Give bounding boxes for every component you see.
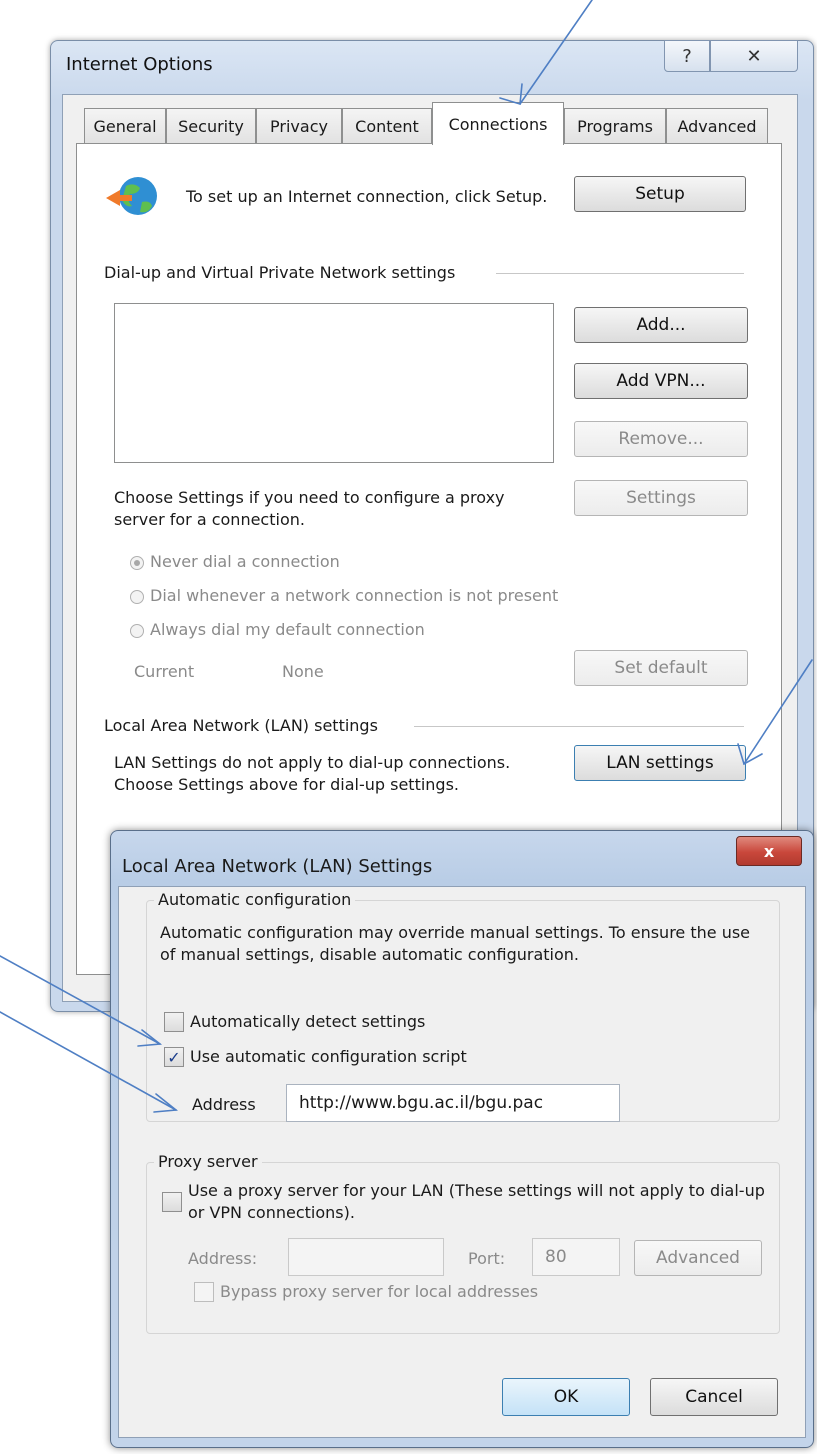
current-value: None	[282, 662, 324, 681]
radio-never-dial[interactable]	[130, 556, 144, 570]
radio-dial-whenever[interactable]	[130, 590, 144, 604]
advanced-button[interactable]: Advanced	[634, 1240, 762, 1276]
setup-description: To set up an Internet connection, click …	[186, 187, 548, 206]
close-icon: ✕	[746, 45, 762, 67]
use-script-label: Use automatic configuration script	[190, 1047, 467, 1066]
tab-privacy[interactable]: Privacy	[256, 108, 342, 143]
use-proxy-label: Use a proxy server for your LAN (These s…	[188, 1181, 765, 1222]
proxy-address-label: Address:	[188, 1249, 258, 1268]
set-default-button[interactable]: Set default	[574, 650, 748, 686]
tab-programs[interactable]: Programs	[564, 108, 666, 143]
add-button[interactable]: Add...	[574, 307, 748, 343]
remove-button[interactable]: Remove...	[574, 421, 748, 457]
address-label: Address	[192, 1095, 256, 1114]
close-icon: x	[763, 841, 775, 861]
checkmark-icon: ✓	[167, 1047, 181, 1067]
automatic-configuration-description: Automatic configuration may override man…	[160, 923, 751, 964]
proxy-settings-description: Choose Settings if you need to configure…	[114, 488, 505, 529]
setup-button[interactable]: Setup	[574, 176, 746, 212]
lan-description: LAN Settings do not apply to dial-up con…	[114, 753, 511, 794]
dialog-title: Local Area Network (LAN) Settings	[122, 856, 433, 877]
ok-button[interactable]: OK	[502, 1378, 630, 1416]
radio-never-dial-label: Never dial a connection	[150, 552, 340, 571]
dialup-group-label: Dial-up and Virtual Private Network sett…	[104, 263, 456, 282]
help-button[interactable]: ?	[664, 40, 710, 72]
bypass-local-checkbox[interactable]	[194, 1282, 214, 1302]
proxy-address-input[interactable]	[288, 1238, 444, 1276]
divider	[496, 273, 744, 274]
use-proxy-checkbox[interactable]	[162, 1192, 182, 1212]
globe-connection-icon	[104, 172, 164, 224]
radio-always-dial[interactable]	[130, 624, 144, 638]
lan-settings-button[interactable]: LAN settings	[574, 745, 746, 781]
port-label: Port:	[468, 1249, 506, 1268]
port-input[interactable]: 80	[532, 1238, 620, 1276]
dialog-close-button[interactable]: x	[736, 836, 802, 866]
auto-detect-checkbox[interactable]	[164, 1012, 184, 1032]
lan-group-label: Local Area Network (LAN) settings	[104, 716, 378, 735]
close-button[interactable]: ✕	[710, 40, 798, 72]
tab-security[interactable]: Security	[166, 108, 256, 143]
tab-advanced[interactable]: Advanced	[666, 108, 768, 143]
cancel-button[interactable]: Cancel	[650, 1378, 778, 1416]
use-script-checkbox[interactable]: ✓	[164, 1047, 184, 1067]
radio-always-dial-label: Always dial my default connection	[150, 620, 425, 639]
add-vpn-button[interactable]: Add VPN...	[574, 363, 748, 399]
window-title: Internet Options	[66, 54, 213, 75]
bypass-local-label: Bypass proxy server for local addresses	[220, 1282, 539, 1301]
auto-detect-label: Automatically detect settings	[190, 1012, 426, 1031]
tab-content[interactable]: Content	[342, 108, 432, 143]
script-address-input[interactable]: http://www.bgu.ac.il/bgu.pac	[286, 1084, 620, 1122]
radio-dial-whenever-label: Dial whenever a network connection is no…	[150, 586, 559, 605]
tab-general[interactable]: General	[84, 108, 166, 143]
help-icon: ?	[682, 45, 692, 67]
tab-connections[interactable]: Connections	[432, 102, 564, 145]
proxy-server-legend: Proxy server	[154, 1152, 262, 1171]
current-label: Current	[134, 662, 195, 681]
settings-button[interactable]: Settings	[574, 480, 748, 516]
divider	[414, 726, 744, 727]
connections-list[interactable]	[114, 303, 554, 463]
automatic-configuration-legend: Automatic configuration	[154, 890, 356, 909]
